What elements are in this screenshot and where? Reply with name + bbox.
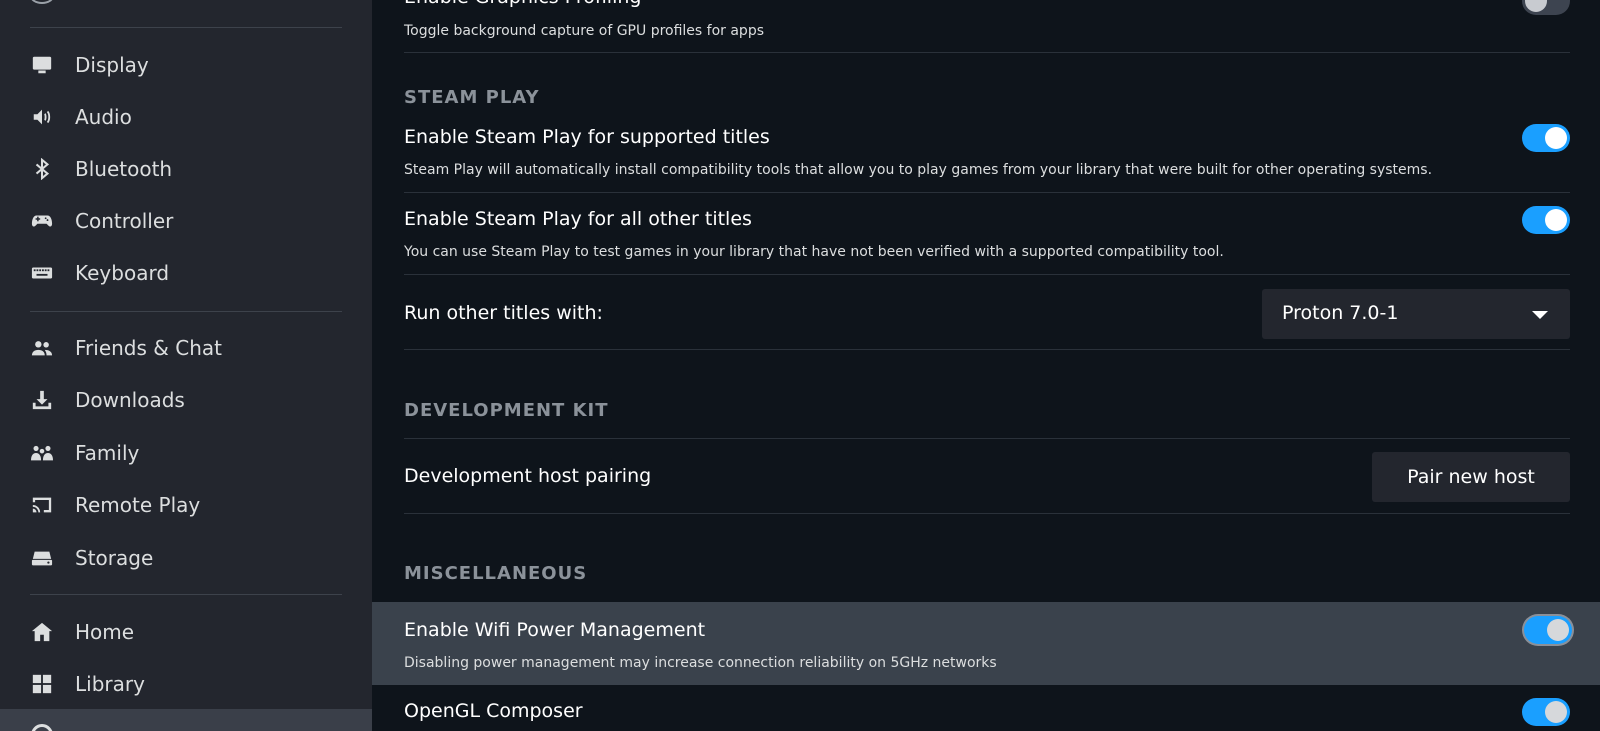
sidebar: Display Audio Bluetooth Controller Keybo… <box>0 0 372 731</box>
wifi-power-row[interactable] <box>372 602 1600 685</box>
sidebar-item-keyboard[interactable]: Keyboard <box>0 247 372 299</box>
toggle-knob <box>1545 209 1567 231</box>
monitor-icon <box>31 54 53 76</box>
friends-icon <box>31 337 53 359</box>
sidebar-item-label: Controller <box>75 209 174 233</box>
dropdown-value: Proton 7.0-1 <box>1282 302 1399 324</box>
row-divider <box>404 274 1570 275</box>
storage-icon <box>31 547 53 569</box>
settings-content: Enable Graphics Profiling Toggle backgro… <box>372 0 1600 731</box>
chevron-down-icon <box>1532 311 1548 319</box>
toggle-knob <box>1547 619 1569 641</box>
sidebar-divider <box>30 311 342 312</box>
graphics-profiling-toggle[interactable] <box>1522 0 1570 15</box>
row-divider <box>404 513 1570 514</box>
sidebar-item-family[interactable]: Family <box>0 427 372 479</box>
sidebar-item-label: Friends & Chat <box>75 336 222 360</box>
wifi-power-toggle[interactable] <box>1524 616 1572 644</box>
steam-play-all-toggle[interactable] <box>1522 206 1570 234</box>
sidebar-item-active[interactable] <box>0 709 372 731</box>
graphics-profiling-desc: Toggle background capture of GPU profile… <box>404 23 765 39</box>
cast-icon <box>31 494 53 516</box>
sidebar-item-downloads[interactable]: Downloads <box>0 374 372 426</box>
sidebar-item-label: Library <box>75 672 145 696</box>
home-icon <box>31 621 53 643</box>
download-icon <box>31 389 53 411</box>
sidebar-item-friends-chat[interactable]: Friends & Chat <box>0 322 372 374</box>
sidebar-item-label: Audio <box>75 105 132 129</box>
keyboard-icon <box>31 262 53 284</box>
family-icon <box>31 442 53 464</box>
partial-icon <box>30 0 54 4</box>
sidebar-item-library[interactable]: Library <box>0 658 372 710</box>
toggle-knob <box>1545 701 1567 723</box>
steam-play-all-desc: You can use Steam Play to test games in … <box>404 244 1224 260</box>
sidebar-item-remote-play[interactable]: Remote Play <box>0 479 372 531</box>
steam-play-supported-title: Enable Steam Play for supported titles <box>404 126 770 148</box>
compat-tool-dropdown[interactable]: Proton 7.0-1 <box>1262 289 1570 339</box>
graphics-profiling-title: Enable Graphics Profiling <box>404 0 641 8</box>
opengl-composer-toggle[interactable] <box>1522 698 1570 726</box>
opengl-composer-title: OpenGL Composer <box>404 700 583 722</box>
library-grid-icon <box>31 673 53 695</box>
toggle-knob <box>1545 127 1567 149</box>
sidebar-item-label: Keyboard <box>75 261 170 285</box>
dev-kit-header: DEVELOPMENT KIT <box>404 400 609 421</box>
wifi-power-title: Enable Wifi Power Management <box>404 619 706 641</box>
row-divider <box>404 192 1570 193</box>
steam-play-all-title: Enable Steam Play for all other titles <box>404 208 752 230</box>
row-divider <box>404 52 1570 53</box>
run-other-titles-label: Run other titles with: <box>404 302 603 324</box>
sidebar-item-label: Downloads <box>75 388 185 412</box>
sidebar-item-controller[interactable]: Controller <box>0 195 372 247</box>
sidebar-item-display[interactable]: Display <box>0 39 372 91</box>
button-label: Pair new host <box>1407 466 1535 488</box>
toggle-knob <box>1525 0 1547 12</box>
sidebar-divider <box>30 27 342 28</box>
sidebar-item-label: Home <box>75 620 135 644</box>
row-divider <box>404 349 1570 350</box>
pair-new-host-button[interactable]: Pair new host <box>1372 452 1570 502</box>
row-divider <box>404 438 1570 439</box>
steam-play-supported-desc: Steam Play will automatically install co… <box>404 162 1433 178</box>
settings-icon <box>31 724 53 731</box>
sidebar-item-label: Family <box>75 441 140 465</box>
sidebar-item-label: Remote Play <box>75 493 201 517</box>
sidebar-item-bluetooth[interactable]: Bluetooth <box>0 143 372 195</box>
sidebar-divider <box>30 594 342 595</box>
sidebar-item-storage[interactable]: Storage <box>0 532 372 584</box>
sidebar-item-home[interactable]: Home <box>0 606 372 658</box>
sidebar-item-audio[interactable]: Audio <box>0 91 372 143</box>
dev-host-pairing-label: Development host pairing <box>404 465 652 487</box>
sidebar-item-label: Display <box>75 53 149 77</box>
misc-header: MISCELLANEOUS <box>404 563 588 584</box>
speaker-icon <box>31 106 53 128</box>
sidebar-item-label: Storage <box>75 546 154 570</box>
bluetooth-icon <box>31 158 53 180</box>
steam-play-supported-toggle[interactable] <box>1522 124 1570 152</box>
steam-play-header: STEAM PLAY <box>404 87 540 108</box>
gamepad-icon <box>31 210 53 232</box>
wifi-power-desc: Disabling power management may increase … <box>404 655 997 671</box>
sidebar-item-label: Bluetooth <box>75 157 173 181</box>
